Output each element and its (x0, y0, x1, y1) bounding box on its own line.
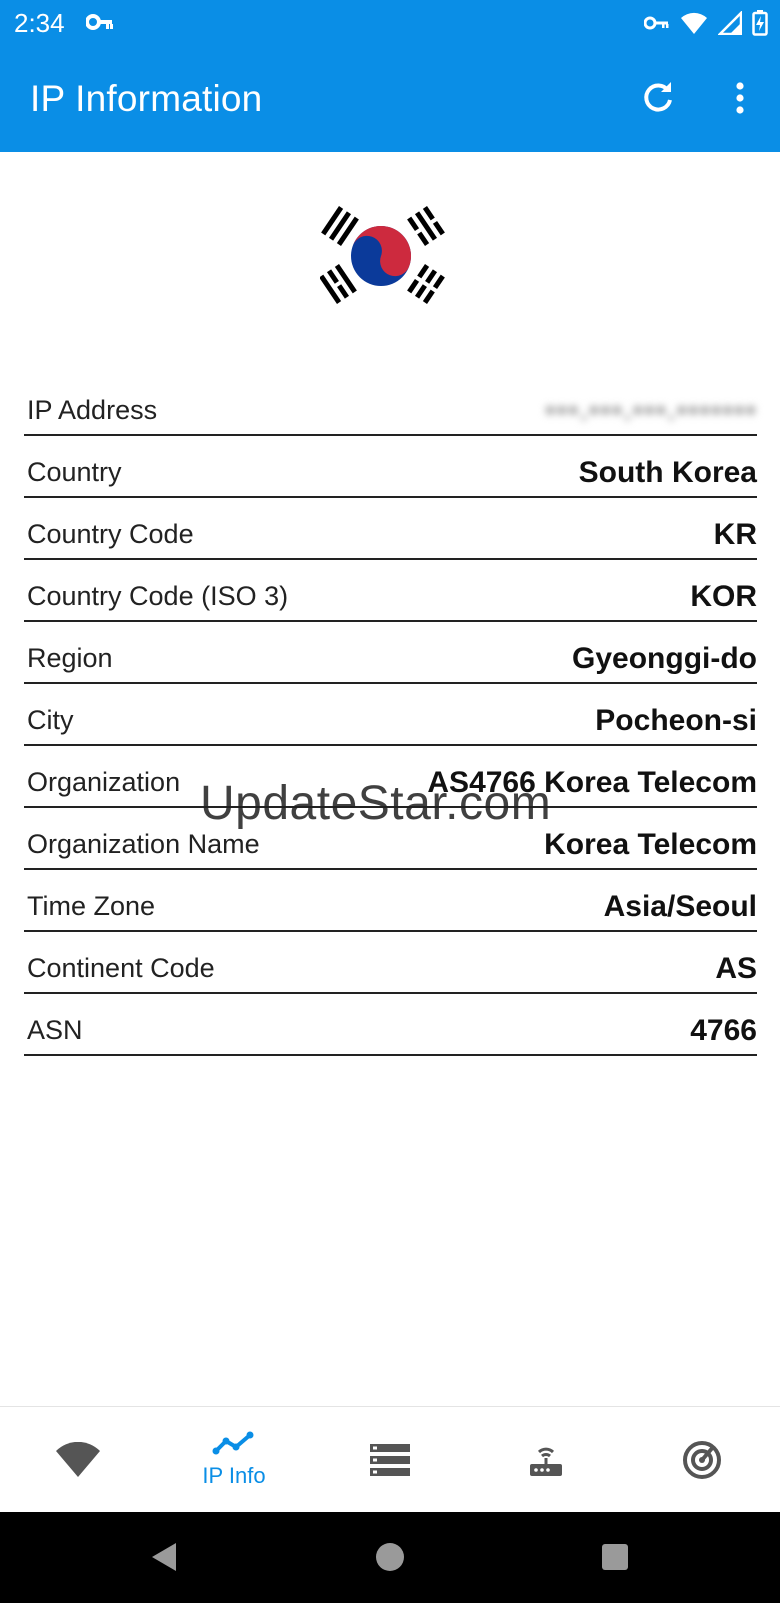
row-label: City (27, 705, 74, 735)
row-label: Continent Code (27, 953, 215, 983)
ip-info-table: IP Address •••.•••.•••.••••••• Country S… (24, 374, 757, 1056)
city-value: Pocheon-si (595, 704, 757, 737)
row-label: Region (27, 643, 113, 673)
time-zone-value: Asia/Seoul (603, 890, 757, 923)
row-label: Country Code (ISO 3) (27, 581, 289, 611)
continent-code-value: AS (715, 952, 757, 985)
status-time: 2:34 (14, 8, 65, 38)
radar-icon (683, 1440, 721, 1479)
vpn-key-icon (85, 12, 114, 37)
row-country: Country South Korea (24, 436, 757, 498)
row-label: Time Zone (27, 891, 156, 921)
ip-info-chart-icon (212, 1431, 254, 1454)
refresh-icon (644, 82, 672, 112)
row-asn: ASN 4766 (24, 994, 757, 1056)
nav-item-radar[interactable] (624, 1407, 780, 1512)
row-label: Organization Name (27, 829, 260, 859)
country-code-value: KR (713, 518, 757, 551)
bottom-navigation: IP Info (0, 1406, 780, 1512)
row-organization-name: Organization Name Korea Telecom (24, 808, 757, 870)
country-value: South Korea (578, 456, 757, 489)
nav-item-wifi[interactable] (0, 1407, 156, 1512)
row-ip-address: IP Address •••.•••.•••.••••••• (24, 374, 757, 436)
south-korea-flag-icon (319, 200, 460, 320)
row-city: City Pocheon-si (24, 684, 757, 746)
row-label: Country (27, 457, 122, 487)
row-country-code-iso3: Country Code (ISO 3) KOR (24, 560, 757, 622)
recent-apps-icon[interactable] (602, 1544, 628, 1570)
app-bar: IP Information (0, 46, 780, 152)
status-bar: 2:34 (0, 0, 780, 46)
home-icon[interactable] (376, 1543, 404, 1571)
more-options-button[interactable] (716, 74, 764, 122)
more-vert-icon (736, 82, 744, 114)
nav-item-ip-info[interactable]: IP Info (156, 1407, 312, 1512)
nav-label-ip-info: IP Info (202, 1462, 266, 1488)
asn-value: 4766 (690, 1014, 757, 1047)
wifi-signal-icon (680, 11, 708, 40)
wifi-icon (56, 1441, 100, 1477)
router-icon (530, 1447, 562, 1476)
row-organization: Organization AS4766 Korea Telecom (24, 746, 757, 808)
nav-item-server-list[interactable] (312, 1407, 468, 1512)
row-continent-code: Continent Code AS (24, 932, 757, 994)
region-value: Gyeonggi-do (572, 642, 757, 675)
organization-name-value: Korea Telecom (544, 828, 757, 861)
cell-signal-icon (716, 9, 743, 40)
ip-address-value: •••.•••.•••.••••••• (544, 394, 757, 427)
vpn-key-small-icon (643, 14, 670, 37)
row-label: ASN (27, 1015, 83, 1045)
system-navigation-bar (0, 1512, 780, 1603)
row-label: Organization (27, 767, 181, 797)
row-time-zone: Time Zone Asia/Seoul (24, 870, 757, 932)
row-country-code: Country Code KR (24, 498, 757, 560)
nav-item-router[interactable] (468, 1407, 624, 1512)
page-title: IP Information (30, 78, 263, 119)
back-icon[interactable] (150, 1542, 178, 1577)
refresh-button[interactable] (634, 74, 682, 122)
country-code-iso3-value: KOR (690, 580, 757, 613)
battery-charging-icon (752, 10, 768, 41)
row-region: Region Gyeonggi-do (24, 622, 757, 684)
row-label: IP Address (27, 395, 158, 425)
server-list-icon (370, 1443, 410, 1476)
organization-value: AS4766 Korea Telecom (427, 766, 757, 799)
row-label: Country Code (27, 519, 194, 549)
